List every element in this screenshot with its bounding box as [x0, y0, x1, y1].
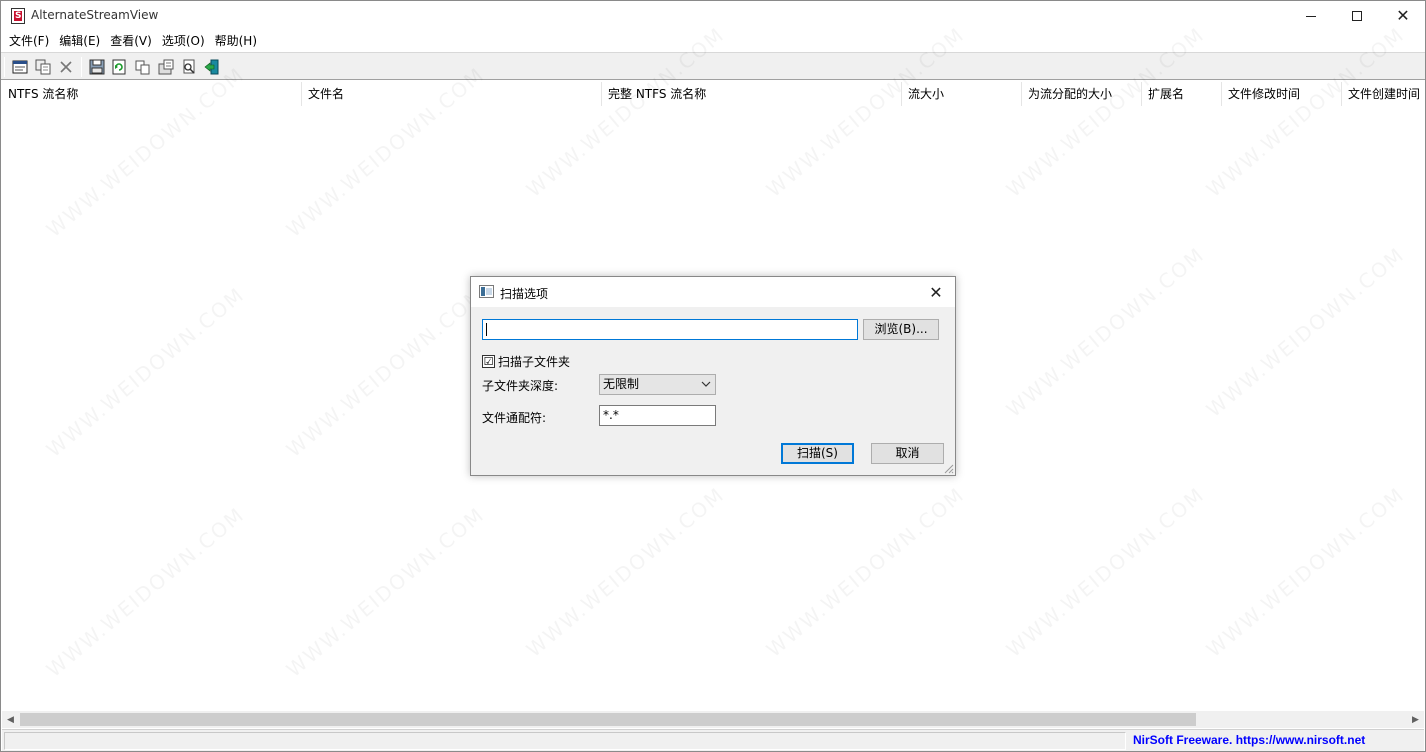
dialog-title: 扫描选项	[500, 287, 549, 301]
list-header: NTFS 流名称 文件名 完整 NTFS 流名称 流大小 为流分配的大小 扩展名…	[2, 82, 1424, 106]
find-button[interactable]	[179, 57, 199, 77]
scan-button[interactable]: 扫描(S)	[781, 443, 854, 464]
cancel-button[interactable]: 取消	[871, 443, 944, 464]
wildcard-input[interactable]: *.*	[599, 405, 716, 426]
scan-subfolders-checkbox[interactable]: ☑	[482, 354, 495, 368]
wildcard-label: 文件通配符:	[482, 411, 547, 425]
copy-stream-icon	[35, 59, 51, 75]
minimize-icon	[1306, 15, 1316, 17]
copy-icon	[135, 60, 150, 75]
scan-options-dialog: 扫描选项 ✕ 浏览(B)... ☑ 扫描子文件夹 子文件夹深度: 无限制 文件通…	[470, 276, 956, 476]
scroll-right-button[interactable]: ▶	[1407, 711, 1424, 728]
close-icon: ✕	[929, 282, 943, 302]
menu-bar: 文件(F) 编辑(E) 查看(V) 选项(O) 帮助(H)	[1, 31, 1425, 51]
properties-button[interactable]	[156, 57, 176, 77]
scan-options-button[interactable]	[10, 57, 30, 77]
scroll-left-button[interactable]: ◀	[2, 711, 19, 728]
column-header-modified-time[interactable]: 文件修改时间	[1222, 82, 1342, 106]
scrollbar-thumb[interactable]	[20, 713, 1196, 726]
menu-file[interactable]: 文件(F)	[4, 31, 54, 51]
nirsoft-link[interactable]: NirSoft Freeware. https://www.nirsoft.ne…	[1133, 733, 1365, 747]
chevron-down-icon	[701, 381, 711, 387]
app-logo-icon: S	[11, 8, 25, 24]
menu-edit[interactable]: 编辑(E)	[54, 31, 105, 51]
toolbar-separator	[4, 57, 5, 77]
scan-options-icon	[12, 60, 28, 74]
exit-icon	[204, 59, 219, 75]
delete-button[interactable]	[56, 57, 76, 77]
refresh-button[interactable]	[109, 57, 129, 77]
close-button[interactable]: ✕	[1380, 1, 1426, 31]
save-icon	[89, 59, 105, 75]
column-header-allocated-size[interactable]: 为流分配的大小	[1022, 82, 1142, 106]
subfolder-depth-value: 无限制	[603, 377, 640, 391]
column-header-stream-size[interactable]: 流大小	[902, 82, 1022, 106]
status-bar: NirSoft Freeware. https://www.nirsoft.ne…	[2, 729, 1424, 751]
resize-grip-icon[interactable]	[942, 462, 954, 474]
minimize-button[interactable]	[1288, 1, 1334, 31]
title-bar: S AlternateStreamView ✕	[1, 1, 1425, 31]
maximize-icon	[1352, 11, 1362, 21]
window-title: AlternateStreamView	[31, 8, 159, 22]
scan-subfolders-option[interactable]: ☑ 扫描子文件夹	[482, 353, 570, 369]
menu-help[interactable]: 帮助(H)	[210, 31, 262, 51]
subfolder-depth-label: 子文件夹深度:	[482, 379, 559, 393]
refresh-icon	[112, 59, 126, 75]
horizontal-scrollbar[interactable]: ◀ ▶	[2, 711, 1424, 728]
toolbar	[1, 52, 1425, 80]
delete-icon	[60, 61, 72, 73]
find-icon	[183, 59, 195, 74]
maximize-button[interactable]	[1334, 1, 1380, 31]
dialog-window-icon	[479, 285, 494, 298]
chevron-right-icon: ▶	[1412, 714, 1419, 725]
menu-view[interactable]: 查看(V)	[105, 31, 157, 51]
close-icon: ✕	[1396, 6, 1410, 25]
column-header-stream-name[interactable]: NTFS 流名称	[2, 82, 302, 106]
menu-options[interactable]: 选项(O)	[157, 31, 210, 51]
subfolder-depth-select[interactable]: 无限制	[599, 374, 716, 395]
scan-subfolders-label: 扫描子文件夹	[498, 354, 571, 369]
dialog-close-button[interactable]: ✕	[925, 281, 947, 303]
column-header-full-stream-name[interactable]: 完整 NTFS 流名称	[602, 82, 902, 106]
folder-path-input[interactable]	[482, 319, 858, 340]
text-caret	[486, 323, 487, 336]
browse-button[interactable]: 浏览(B)...	[863, 319, 939, 340]
exit-button[interactable]	[202, 57, 222, 77]
column-header-extension[interactable]: 扩展名	[1142, 82, 1222, 106]
dialog-title-bar: 扫描选项 ✕	[471, 277, 955, 307]
properties-icon	[158, 59, 174, 75]
copy-button[interactable]	[133, 57, 153, 77]
column-header-created-time[interactable]: 文件创建时间	[1342, 82, 1424, 106]
column-header-filename[interactable]: 文件名	[302, 82, 602, 106]
chevron-left-icon: ◀	[7, 714, 14, 725]
copy-stream-button[interactable]	[33, 57, 53, 77]
status-pane	[4, 732, 1126, 750]
save-button[interactable]	[87, 57, 107, 77]
toolbar-separator	[81, 57, 82, 77]
